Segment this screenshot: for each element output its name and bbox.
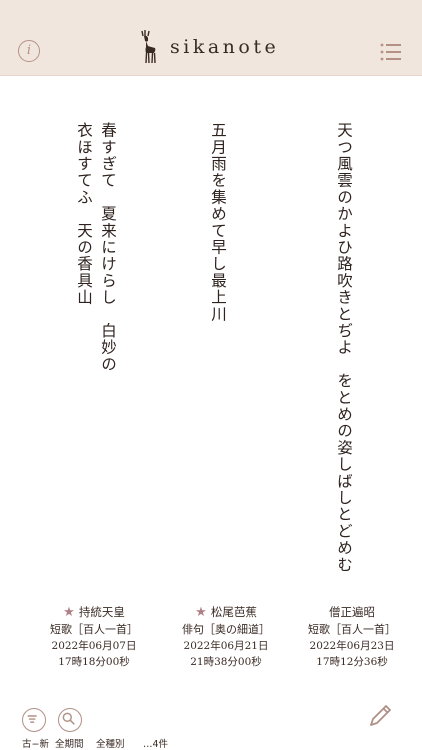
poem-kind: 俳句［奥の細道］ <box>182 623 270 636</box>
sort-order-label[interactable]: 古−新 <box>22 736 49 750</box>
poem-author: 僧正遍昭 <box>329 605 375 619</box>
search-icon[interactable] <box>58 708 82 732</box>
app-title: sikanote <box>170 36 280 58</box>
period-filter-label[interactable]: 全期間 <box>55 736 84 750</box>
app-logo: sikanote <box>136 30 296 64</box>
poem-text[interactable]: 五月雨を集めて早し最上川 <box>206 122 230 322</box>
poem-line: 春すぎて 夏来にけらし 白妙の <box>99 122 117 373</box>
deer-logo-icon <box>141 30 156 64</box>
poem-text[interactable]: 天つ風雲のかよひ路吹きとぢよ をとめの姿しばしとどめむ <box>332 122 356 573</box>
star-icon[interactable]: ★ <box>63 605 75 620</box>
pen-icon[interactable] <box>366 702 394 730</box>
offscreen-meta-fragment <box>0 610 4 656</box>
result-count: …4件 <box>143 739 169 750</box>
poem-meta[interactable]: ★ 松尾芭蕉 俳句［奥の細道］ 2022年06月21日 21時38分00秒 <box>166 604 286 670</box>
poem-author: 持統天皇 <box>78 605 125 619</box>
poem-meta[interactable]: ★ 持統天皇 短歌［百人一首］ 2022年06月07日 17時18分00秒 <box>34 604 154 670</box>
list-menu-icon[interactable] <box>380 43 402 61</box>
poem-time: 17時12分36秒 <box>316 656 388 668</box>
poem-time: 21時38分00秒 <box>190 656 262 668</box>
sort-filter-icon[interactable] <box>22 708 46 732</box>
poem-time: 17時18分00秒 <box>58 656 130 668</box>
app-header: i sikanote <box>0 0 422 76</box>
kind-filter-label[interactable]: 全種別 <box>96 736 125 750</box>
info-icon[interactable]: i <box>18 40 40 62</box>
poem-text[interactable]: 春すぎて 夏来にけらし 白妙の 衣ほすてふ 天の香具山 <box>72 122 120 373</box>
poem-line: 衣ほすてふ 天の香具山 <box>75 122 93 306</box>
poem-kind: 短歌［百人一首］ <box>50 623 138 636</box>
poem-kind: 短歌［百人一首］ <box>308 623 396 636</box>
poem-author: 松尾芭蕉 <box>210 605 257 619</box>
poem-date: 2022年06月23日 <box>309 640 395 652</box>
poem-date: 2022年06月07日 <box>51 640 137 652</box>
poem-meta[interactable]: 僧正遍昭 短歌［百人一首］ 2022年06月23日 17時12分36秒 <box>292 604 412 670</box>
star-icon[interactable]: ★ <box>195 605 207 620</box>
poem-date: 2022年06月21日 <box>183 640 269 652</box>
